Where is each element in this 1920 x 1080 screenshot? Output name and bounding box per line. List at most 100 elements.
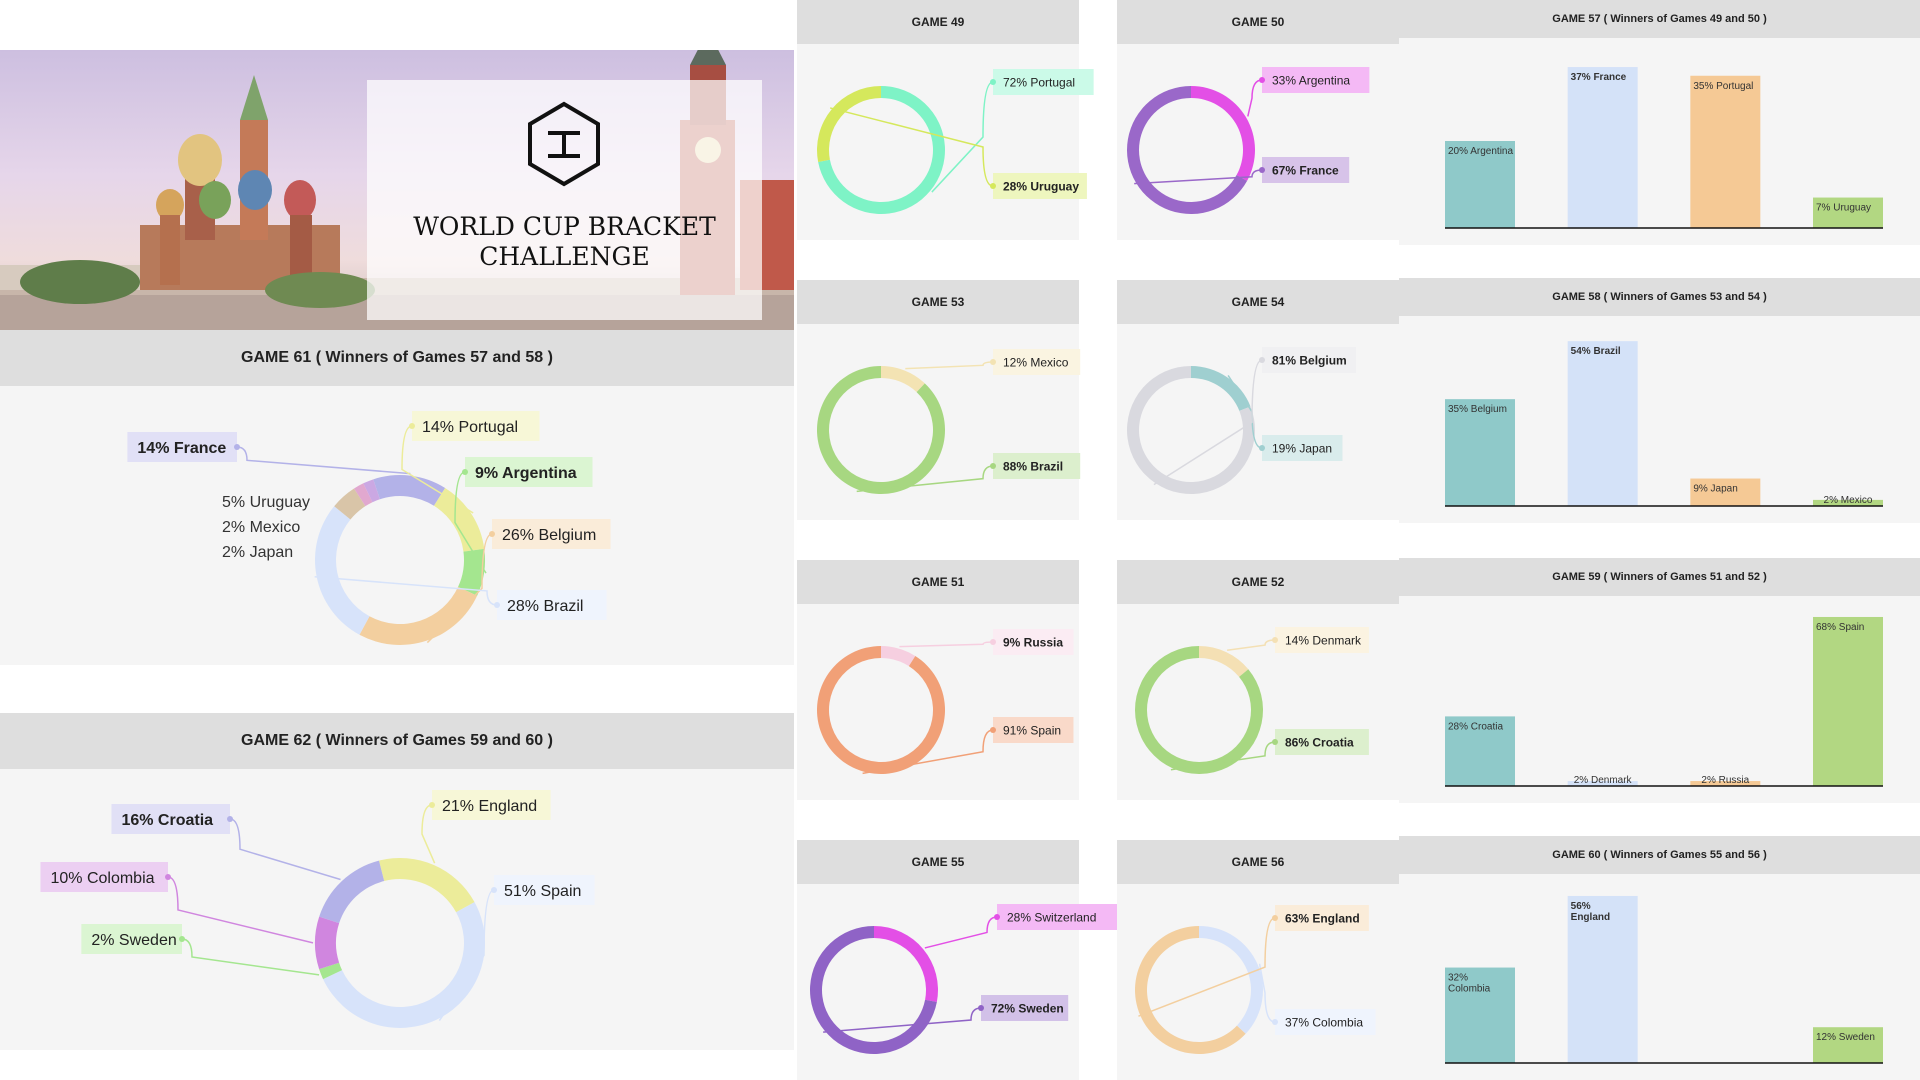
game56-label-37-colombia: 37% Colombia xyxy=(1285,1015,1363,1029)
game-53-panel: GAME 53 12% Mexico 88% Brazil xyxy=(797,280,1081,520)
game55-slice-28-switzerland xyxy=(874,926,938,1002)
game-57-panel: GAME 57 ( Winners of Games 49 and 50 ) 2… xyxy=(1399,0,1920,245)
game59-bar-label-spain: 68% Spain xyxy=(1816,622,1864,633)
game58-bar-label-mexico: 2% Mexico xyxy=(1824,495,1873,506)
game-51-panel: GAME 51 9% Russia 91% Spain xyxy=(797,560,1079,800)
game62-label-16-croatia: 16% Croatia xyxy=(121,812,213,829)
game49-label-28-uruguay: 28% Uruguay xyxy=(1003,179,1079,193)
game-59-bar-chart: 28% Croatia 2% Denmark 2% Russia 68% Spain xyxy=(1445,616,1883,787)
game50-slice-33-argentina xyxy=(1191,86,1255,181)
game57-bar-france xyxy=(1567,67,1638,228)
game58-bar-label-brazil: 54% Brazil xyxy=(1571,346,1621,357)
game59-bar-label-denmark: 2% Denmark xyxy=(1574,775,1633,786)
game61-label-26-belgium: 26% Belgium xyxy=(502,527,596,544)
game60-bar-label-sweden: 12% Sweden xyxy=(1816,1032,1875,1043)
game-56-donut-chart: 37% Colombia 63% England xyxy=(1135,905,1376,1054)
game53-slice-12-mexico xyxy=(881,366,925,393)
game59-bar-spain xyxy=(1813,616,1883,786)
game62-slice-51-spain xyxy=(323,902,485,1028)
game61-slice-26-belgium xyxy=(359,586,478,645)
game55-leader-line-28-switzerland xyxy=(924,916,998,949)
game61-label-28-brazil: 28% Brazil xyxy=(507,598,583,615)
game61-leader-line-14-france xyxy=(236,446,411,475)
game57-bar-label-argentina: 20% Argentina xyxy=(1448,146,1513,157)
game52-label-14-denmark: 14% Denmark xyxy=(1285,633,1362,647)
game-60-panel: GAME 60 ( Winners of Games 55 and 56 ) 3… xyxy=(1399,836,1920,1080)
game-59-panel: GAME 59 ( Winners of Games 51 and 52 ) 2… xyxy=(1399,558,1920,803)
game62-slice-16-croatia xyxy=(319,860,385,924)
game61-slice-14-france xyxy=(373,475,446,506)
game59-bar-label-croatia: 28% Croatia xyxy=(1448,721,1503,732)
game62-leader-line-2-sweden xyxy=(181,938,320,976)
game57-bar-label-portugal: 35% Portugal xyxy=(1693,81,1753,92)
game58-bar-label-japan: 9% Japan xyxy=(1693,484,1737,495)
game58-bar-label-belgium: 35% Belgium xyxy=(1448,404,1507,415)
game-55-panel: GAME 55 28% Switzerland 72% Sweden xyxy=(797,840,1118,1080)
game62-label-2-sweden: 2% Sweden xyxy=(91,932,176,949)
game-61-panel: GAME 61 ( Winners of Games 57 and 58 ) 1… xyxy=(0,330,794,665)
game51-leader-line-9-russia xyxy=(899,641,994,648)
game-49-panel: GAME 49 72% Portugal 28% Uruguay xyxy=(797,0,1094,240)
game51-slice-9-russia xyxy=(881,646,916,667)
game61-label-14-portugal: 14% Portugal xyxy=(422,419,518,436)
game57-bar-portugal xyxy=(1690,75,1761,228)
game54-label-81-belgium: 81% Belgium xyxy=(1272,353,1347,367)
game52-label-86-croatia: 86% Croatia xyxy=(1285,735,1354,749)
game61-side-label-5-uruguay: 5% Uruguay xyxy=(222,494,310,511)
game54-label-19-japan: 19% Japan xyxy=(1272,441,1332,455)
game50-label-67-france: 67% France xyxy=(1272,163,1339,177)
game60-bar-label-england-0: 56% xyxy=(1571,901,1591,912)
game51-label-91-spain: 91% Spain xyxy=(1003,723,1061,737)
game49-slice-28-uruguay xyxy=(817,86,881,162)
game-52-panel: GAME 52 14% Denmark 86% Croatia xyxy=(1117,560,1399,800)
hero-title-line1: WORLD CUP BRACKET xyxy=(413,212,716,241)
game51-slice-91-spain xyxy=(817,646,945,774)
game-52-donut-chart: 14% Denmark 86% Croatia xyxy=(1135,627,1369,774)
game-54-donut-chart: 19% Japan 81% Belgium xyxy=(1127,347,1356,494)
game61-side-label-2-japan: 2% Japan xyxy=(222,544,293,561)
game52-leader-line-14-denmark xyxy=(1227,639,1276,652)
game62-label-51-spain: 51% Spain xyxy=(504,883,581,900)
game50-leader-line-33-argentina xyxy=(1247,79,1263,117)
game60-bar-label-colombia-1: Colombia xyxy=(1448,984,1491,995)
game53-label-12-mexico: 12% Mexico xyxy=(1003,355,1069,369)
game61-slice-14-portugal xyxy=(433,487,485,552)
game53-label-88-brazil: 88% Brazil xyxy=(1003,459,1063,473)
game61-slice-28-brazil xyxy=(315,506,370,635)
game61-label-14-france: 14% France xyxy=(137,440,226,457)
game-58-bar-chart: 35% Belgium 54% Brazil 9% Japan 2% Mexico xyxy=(1445,341,1883,507)
game-53-donut-chart: 12% Mexico 88% Brazil xyxy=(817,349,1081,494)
game-54-panel: GAME 54 19% Japan 81% Belgium xyxy=(1117,280,1399,520)
game56-label-63-england: 63% England xyxy=(1285,911,1360,925)
game-60-bar-chart: 32%Colombia 56%England 12% Sweden xyxy=(1445,895,1883,1064)
game58-bar-belgium xyxy=(1445,399,1515,506)
hero-title-line2: CHALLENGE xyxy=(479,242,650,271)
game55-leader-line-72-sweden xyxy=(823,1007,982,1033)
game-51-donut-chart: 9% Russia 91% Spain xyxy=(817,629,1074,775)
game-61-donut-chart: 14% France 14% Portugal 9% Argentina 26% Be… xyxy=(127,411,611,645)
game-62-panel: GAME 62 ( Winners of Games 59 and 60 ) 2… xyxy=(0,713,794,1050)
game-50-donut-chart: 33% Argentina 67% France xyxy=(1127,67,1370,215)
game62-slice-21-england xyxy=(378,858,475,913)
hexagon-i-logo-icon xyxy=(528,101,600,187)
game49-leader-line-28-uruguay xyxy=(829,107,994,187)
game-49-donut-chart: 72% Portugal 28% Uruguay xyxy=(817,69,1094,214)
game-57-bar-chart: 20% Argentina 37% France 35% Portugal 7% Ur… xyxy=(1445,67,1883,229)
game49-label-72-portugal: 72% Portugal xyxy=(1003,75,1075,89)
game60-bar-label-england-1: England xyxy=(1571,912,1610,923)
game55-label-28-switzerland: 28% Switzerland xyxy=(1007,910,1096,924)
game55-label-72-sweden: 72% Sweden xyxy=(991,1001,1064,1015)
game58-bar-brazil xyxy=(1567,341,1638,506)
game-56-panel: GAME 56 37% Colombia 63% England xyxy=(1117,840,1399,1080)
game61-side-label-2-mexico: 2% Mexico xyxy=(222,519,300,536)
game52-slice-14-denmark xyxy=(1199,646,1249,677)
game50-label-33-argentina: 33% Argentina xyxy=(1272,73,1350,87)
game57-bar-label-france: 37% France xyxy=(1571,72,1627,83)
game53-slice-88-brazil xyxy=(817,366,945,494)
game61-label-9-argentina: 9% Argentina xyxy=(475,465,577,482)
game54-slice-19-japan xyxy=(1191,366,1251,411)
game-50-panel: GAME 50 33% Argentina 67% France xyxy=(1117,0,1399,240)
game-58-panel: GAME 58 ( Winners of Games 53 and 54 ) 3… xyxy=(1399,278,1920,523)
game60-bar-label-colombia-0: 32% xyxy=(1448,973,1468,984)
game62-slice-10-colombia xyxy=(314,916,340,970)
